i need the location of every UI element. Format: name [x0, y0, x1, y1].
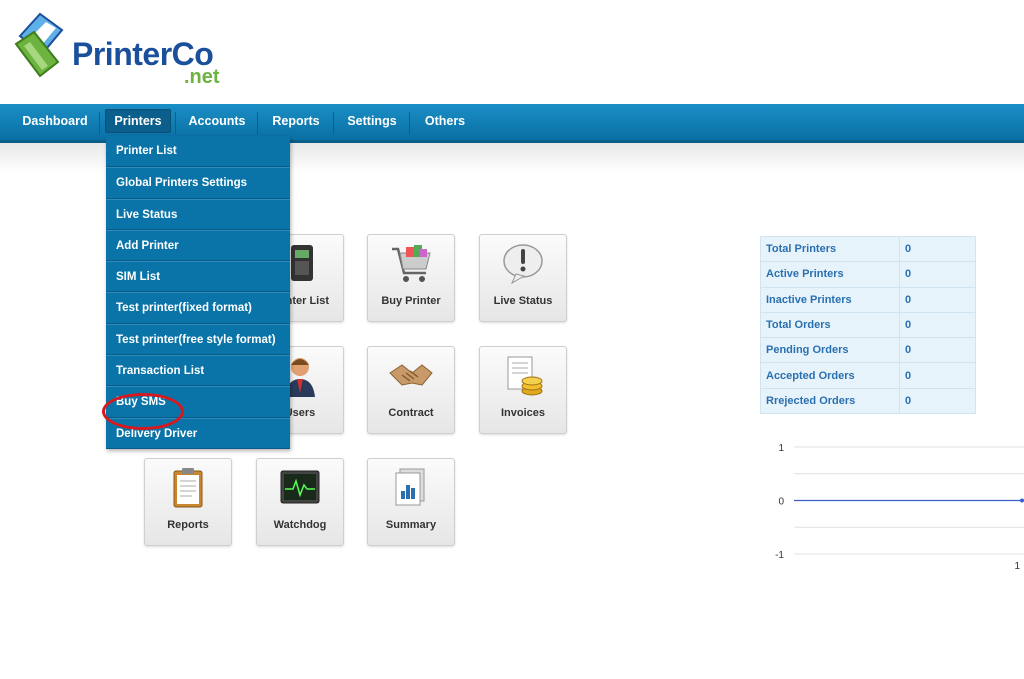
stat-label[interactable]: Accepted Orders — [760, 362, 900, 389]
table-row: Total Orders 0 — [760, 311, 976, 339]
stat-value: 0 — [899, 311, 976, 339]
printers-dropdown-menu: Printer List Global Printers Settings Li… — [106, 136, 290, 449]
table-row: Pending Orders 0 — [760, 337, 976, 364]
nav-reports[interactable]: Reports — [262, 104, 330, 140]
stat-value: 0 — [899, 337, 976, 364]
menu-item-test-printer-free-style[interactable]: Test printer(free style format) — [106, 323, 290, 356]
nav-accounts[interactable]: Accounts — [180, 104, 254, 140]
nav-printers[interactable]: Printers — [104, 104, 172, 140]
table-row: Inactive Printers 0 — [760, 286, 976, 313]
printerco-logo[interactable]: PrinterCo .net — [12, 6, 232, 96]
nav-separator — [257, 112, 258, 134]
menu-item-live-status[interactable]: Live Status — [106, 198, 290, 230]
stat-value: 0 — [899, 286, 976, 313]
menu-item-sim-list[interactable]: SIM List — [106, 261, 290, 293]
tile-label: Reports — [167, 519, 209, 531]
document-chart-icon — [395, 468, 425, 506]
printer-logo-icon — [14, 12, 64, 78]
tile-watchdog[interactable]: Watchdog — [256, 458, 344, 546]
stat-value: 0 — [899, 235, 976, 263]
nav-settings[interactable]: Settings — [338, 104, 406, 140]
tile-summary[interactable]: Summary — [367, 458, 455, 546]
stat-value: 0 — [899, 362, 976, 389]
clipboard-icon — [173, 468, 203, 508]
invoice-coins-icon — [507, 356, 543, 396]
exclamation-bubble-icon — [503, 244, 543, 285]
shopping-cart-icon — [392, 245, 431, 282]
stat-value: 0 — [899, 261, 976, 288]
stat-label[interactable]: Active Printers — [760, 261, 900, 288]
menu-item-global-printers-settings[interactable]: Global Printers Settings — [106, 167, 290, 199]
table-row: Rrejected Orders 0 — [760, 387, 976, 415]
tile-label: Watchdog — [273, 519, 327, 531]
monitor-pulse-icon — [280, 470, 320, 504]
menu-item-buy-sms[interactable]: Buy SMS — [106, 386, 290, 418]
stat-label[interactable]: Pending Orders — [760, 337, 900, 364]
stat-value: 0 — [899, 387, 976, 415]
tile-label: Live Status — [493, 295, 553, 307]
table-row: Total Printers 0 — [760, 235, 976, 263]
nav-separator — [175, 112, 176, 134]
table-row: Active Printers 0 — [760, 261, 976, 288]
menu-item-test-printer-fixed[interactable]: Test printer(fixed format) — [106, 292, 290, 324]
menu-item-add-printer[interactable]: Add Printer — [106, 229, 290, 262]
tile-label: Invoices — [500, 407, 546, 419]
tile-invoices[interactable]: Invoices — [479, 346, 567, 434]
chart-data-point — [1020, 498, 1024, 503]
handshake-icon — [389, 364, 433, 386]
stats-table: Total Printers 0 Active Printers 0 Inactiv… — [760, 235, 976, 415]
tile-contract[interactable]: Contract — [367, 346, 455, 434]
menu-item-delivery-driver[interactable]: Delivery Driver — [106, 417, 290, 449]
tile-reports[interactable]: Reports — [144, 458, 232, 546]
tile-label: Summary — [385, 519, 437, 531]
status-line-chart: 1 0 -1 1 — [775, 443, 1024, 572]
header: PrinterCo .net — [0, 0, 1024, 104]
chart-y-tick-label: -1 — [775, 550, 784, 561]
stat-label[interactable]: Total Printers — [760, 235, 900, 263]
nav-others[interactable]: Others — [414, 104, 476, 140]
nav-separator — [99, 112, 100, 134]
nav-separator — [409, 112, 410, 134]
table-row: Accepted Orders 0 — [760, 362, 976, 389]
chart-y-tick-label: 0 — [778, 497, 784, 508]
nav-separator — [333, 112, 334, 134]
stat-label[interactable]: Inactive Printers — [760, 286, 900, 313]
tile-label: Buy Printer — [381, 295, 441, 307]
tile-live-status[interactable]: Live Status — [479, 234, 567, 322]
menu-item-transaction-list[interactable]: Transaction List — [106, 355, 290, 387]
menu-item-printer-list[interactable]: Printer List — [106, 136, 290, 168]
stat-label[interactable]: Total Orders — [760, 311, 900, 339]
stat-label[interactable]: Rrejected Orders — [760, 387, 900, 415]
tile-buy-printer[interactable]: Buy Printer — [367, 234, 455, 322]
logo-tld: .net — [184, 66, 220, 88]
chart-x-tick-label: 1 — [1014, 561, 1020, 572]
chart-y-tick-label: 1 — [778, 443, 784, 454]
tile-label: Contract — [388, 407, 434, 419]
nav-dashboard[interactable]: Dashboard — [14, 104, 96, 140]
